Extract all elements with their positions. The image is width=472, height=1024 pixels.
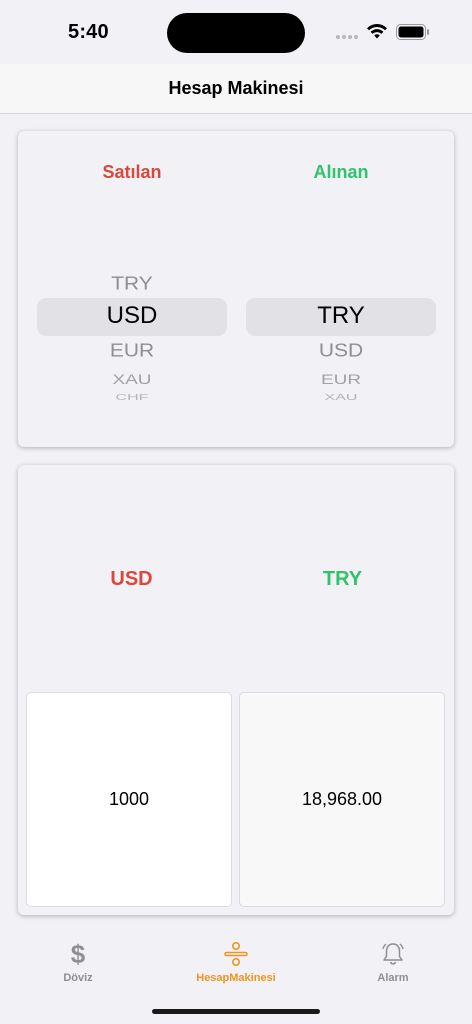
tab-doviz[interactable]: $ Döviz bbox=[13, 940, 143, 984]
buy-label: Alınan bbox=[313, 162, 369, 182]
status-time: 5:40 bbox=[68, 21, 109, 43]
cellular-signal-icon bbox=[336, 35, 358, 39]
picker-selected-option[interactable]: TRY bbox=[246, 302, 436, 330]
battery-icon bbox=[396, 24, 429, 40]
alarm-bell-icon bbox=[382, 943, 404, 965]
converted-result: 18,968.00 bbox=[301, 789, 383, 809]
amount-input-box[interactable] bbox=[26, 692, 232, 907]
sell-label: Satılan bbox=[102, 162, 162, 182]
tab-label: Alarm bbox=[377, 972, 409, 984]
dynamic-island bbox=[167, 13, 305, 53]
tab-label: HesapMakinesi bbox=[196, 972, 276, 984]
picker-option[interactable]: CHF bbox=[37, 394, 227, 403]
status-bar: 5:40 bbox=[0, 0, 472, 64]
conversion-card: USD TRY 18,968.00 bbox=[18, 465, 454, 915]
picker-option[interactable]: EUR bbox=[37, 340, 227, 362]
calculator-divide-icon bbox=[224, 941, 248, 966]
page-title: Hesap Makinesi bbox=[168, 78, 304, 98]
picker-option[interactable]: TRY bbox=[37, 273, 227, 295]
buy-currency-picker[interactable]: TRY USD EUR XAU bbox=[246, 261, 436, 416]
picker-option[interactable]: EUR bbox=[246, 372, 436, 389]
from-currency-code: USD bbox=[110, 568, 153, 590]
home-indicator bbox=[152, 1009, 320, 1014]
currency-picker-card: Satılan Alınan TRY USD EUR XAU CHF TRY U… bbox=[18, 131, 454, 447]
tab-alarm[interactable]: Alarm bbox=[328, 940, 458, 984]
to-currency-code: TRY bbox=[322, 568, 363, 590]
picker-selected-option[interactable]: USD bbox=[37, 302, 227, 330]
picker-option[interactable]: XAU bbox=[37, 372, 227, 389]
picker-option[interactable]: USD bbox=[246, 340, 436, 362]
wifi-icon bbox=[367, 23, 387, 39]
picker-option[interactable]: XAU bbox=[246, 394, 436, 403]
tab-label: Döviz bbox=[63, 972, 93, 984]
navigation-bar: Hesap Makinesi bbox=[0, 64, 472, 114]
sell-currency-picker[interactable]: TRY USD EUR XAU CHF bbox=[37, 261, 227, 416]
tab-hesap-makinesi[interactable]: HesapMakinesi bbox=[171, 940, 301, 984]
result-box: 18,968.00 bbox=[239, 692, 445, 907]
dollar-icon: $ bbox=[70, 939, 86, 969]
amount-input[interactable] bbox=[27, 789, 231, 810]
